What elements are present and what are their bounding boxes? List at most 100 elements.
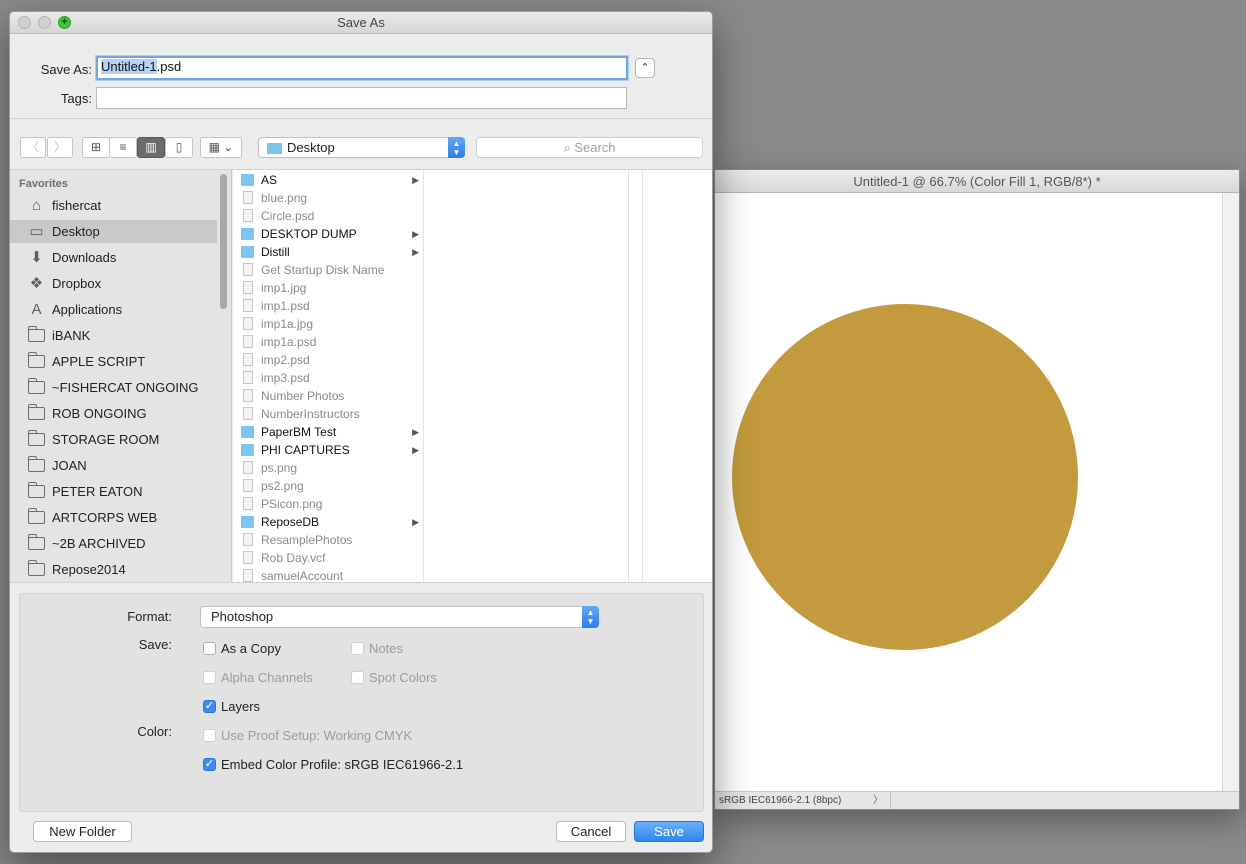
location-popup[interactable]: Desktop ▲ ▼ <box>258 137 465 158</box>
disclosure-toggle-button[interactable]: ⌃ <box>635 58 655 78</box>
column-divider[interactable] <box>423 170 424 582</box>
folder-icon <box>28 378 45 394</box>
cancel-button[interactable]: Cancel <box>556 821 626 842</box>
sidebar-item[interactable]: ~2B ARCHIVED <box>10 532 217 555</box>
use-proof-setup-checkbox[interactable]: Use Proof Setup: Working CMYK <box>203 728 412 743</box>
sidebar-item[interactable]: ▭ Desktop <box>10 220 217 243</box>
folder-icon <box>267 143 282 154</box>
sidebar-item[interactable]: STORAGE ROOM <box>10 428 217 451</box>
file-item[interactable]: Circle.psd <box>239 207 423 225</box>
icon-view-button[interactable]: ⊞ <box>82 137 110 158</box>
minimize-window-icon[interactable] <box>38 16 51 29</box>
document-icon <box>243 569 253 582</box>
sidebar-item-label: ARTCORPS WEB <box>52 510 158 525</box>
filename-selected-text: Untitled-1 <box>101 59 157 74</box>
search-icon: ⌕ <box>563 140 571 155</box>
location-label: Desktop <box>287 140 335 155</box>
popup-stepper-icon: ▲ ▼ <box>448 137 465 158</box>
disclosure-arrow-icon: ▶ <box>412 445 419 455</box>
file-name: Circle.psd <box>261 209 315 223</box>
file-item[interactable]: Number Photos <box>239 387 423 405</box>
sidebar-item[interactable]: JOAN <box>10 454 217 477</box>
notes-checkbox[interactable]: Notes <box>351 641 403 656</box>
file-item[interactable]: samuelAccount <box>239 567 423 582</box>
file-item[interactable]: PHI CAPTURES ▶ <box>239 441 423 459</box>
sidebar-item[interactable]: A Applications <box>10 298 217 321</box>
forward-button[interactable]: 〉 <box>47 137 73 158</box>
checkbox-label: Embed Color Profile: sRGB IEC61966-2.1 <box>221 757 464 772</box>
file-item[interactable]: Distill ▶ <box>239 243 423 261</box>
file-item[interactable]: imp1.psd <box>239 297 423 315</box>
file-name: PaperBM Test <box>261 425 337 439</box>
file-item[interactable]: PSicon.png <box>239 495 423 513</box>
file-item[interactable]: imp1.jpg <box>239 279 423 297</box>
status-menu-arrow-icon[interactable]: 〉 <box>873 792 883 809</box>
column-view-button[interactable]: ▥ <box>137 137 165 158</box>
color-fill-circle[interactable] <box>732 304 1078 650</box>
close-window-icon[interactable] <box>18 16 31 29</box>
folder-icon <box>28 482 45 498</box>
sidebar-item[interactable]: ~FISHERCAT ONGOING <box>10 376 217 399</box>
file-item[interactable]: ps.png <box>239 459 423 477</box>
column-divider[interactable] <box>642 170 643 582</box>
sidebar-item-label: Repose2014 <box>52 562 126 577</box>
file-item[interactable]: imp1a.psd <box>239 333 423 351</box>
file-item[interactable]: PaperBM Test ▶ <box>239 423 423 441</box>
folder-icon <box>241 426 254 438</box>
file-item[interactable]: DESKTOP DUMP ▶ <box>239 225 423 243</box>
document-canvas[interactable] <box>715 193 1223 791</box>
file-item[interactable]: imp1a.jpg <box>239 315 423 333</box>
file-item[interactable]: ps2.png <box>239 477 423 495</box>
sidebar-item[interactable]: APPLE SCRIPT <box>10 350 217 373</box>
spot-colors-checkbox[interactable]: Spot Colors <box>351 670 437 685</box>
list-view-button[interactable]: ≡ <box>109 137 137 158</box>
file-item[interactable]: Get Startup Disk Name <box>239 261 423 279</box>
file-item[interactable]: imp2.psd <box>239 351 423 369</box>
file-item[interactable]: Rob Day.vcf <box>239 549 423 567</box>
file-item[interactable]: imp3.psd <box>239 369 423 387</box>
folder-icon <box>28 430 45 446</box>
file-item[interactable]: AS ▶ <box>239 171 423 189</box>
as-a-copy-checkbox[interactable]: As a Copy <box>203 641 281 656</box>
sidebar-item[interactable]: Repose2014 <box>10 558 217 581</box>
dropbox-icon: ❖ <box>29 275 44 292</box>
format-popup[interactable]: Photoshop ▲ ▼ <box>200 606 599 628</box>
file-item[interactable]: ResamplePhotos <box>239 531 423 549</box>
sidebar-scrollbar[interactable] <box>220 174 227 309</box>
sidebar-item[interactable]: ⌂ fishercat <box>10 194 217 217</box>
document-vertical-scrollbar[interactable] <box>1222 193 1239 791</box>
sidebar-item[interactable]: iBANK <box>10 324 217 347</box>
sidebar-item[interactable]: ROB ONGOING <box>10 402 217 425</box>
tags-input[interactable] <box>96 87 627 109</box>
back-button[interactable]: 〈 <box>20 137 46 158</box>
new-folder-button[interactable]: New Folder <box>33 821 132 842</box>
layers-checkbox[interactable]: ✓ Layers <box>203 699 260 714</box>
filename-input[interactable]: Untitled-1.psd <box>96 56 628 80</box>
sidebar-item[interactable]: PETER EATON <box>10 480 217 503</box>
file-name: PSicon.png <box>261 497 323 511</box>
zoom-window-icon[interactable]: + <box>58 16 71 29</box>
search-field[interactable]: ⌕ Search <box>476 137 703 158</box>
alpha-channels-checkbox[interactable]: Alpha Channels <box>203 670 313 685</box>
file-item[interactable]: ReposeDB ▶ <box>239 513 423 531</box>
download-icon: ⬇ <box>30 249 43 266</box>
sidebar-item-label: iBANK <box>52 328 91 343</box>
save-button[interactable]: Save <box>634 821 704 842</box>
document-color-profile-info[interactable]: sRGB IEC61966-2.1 (8bpc) <box>719 792 891 809</box>
embed-color-profile-checkbox[interactable]: ✓ Embed Color Profile: sRGB IEC61966-2.1 <box>203 757 463 772</box>
file-item[interactable]: blue.png <box>239 189 423 207</box>
document-title[interactable]: Untitled-1 @ 66.7% (Color Fill 1, RGB/8*… <box>715 170 1239 193</box>
sidebar-item[interactable]: ARTCORPS WEB <box>10 506 217 529</box>
checkmark-icon: ✓ <box>203 758 216 771</box>
file-name: imp2.psd <box>261 353 310 367</box>
file-name: imp1.jpg <box>261 281 307 295</box>
file-item[interactable]: NumberInstructors <box>239 405 423 423</box>
column-divider[interactable] <box>628 170 629 582</box>
sidebar-item[interactable]: ⬇ Downloads <box>10 246 217 269</box>
coverflow-view-button[interactable]: ▯ <box>165 137 193 158</box>
arrange-menu-button[interactable]: ▦ ⌄ <box>200 137 242 158</box>
sidebar-item[interactable]: ❖ Dropbox <box>10 272 217 295</box>
file-name: samuelAccount <box>261 569 344 582</box>
document-status-bar: sRGB IEC61966-2.1 (8bpc) 〉 <box>715 791 1239 809</box>
file-name: NumberInstructors <box>261 407 360 421</box>
